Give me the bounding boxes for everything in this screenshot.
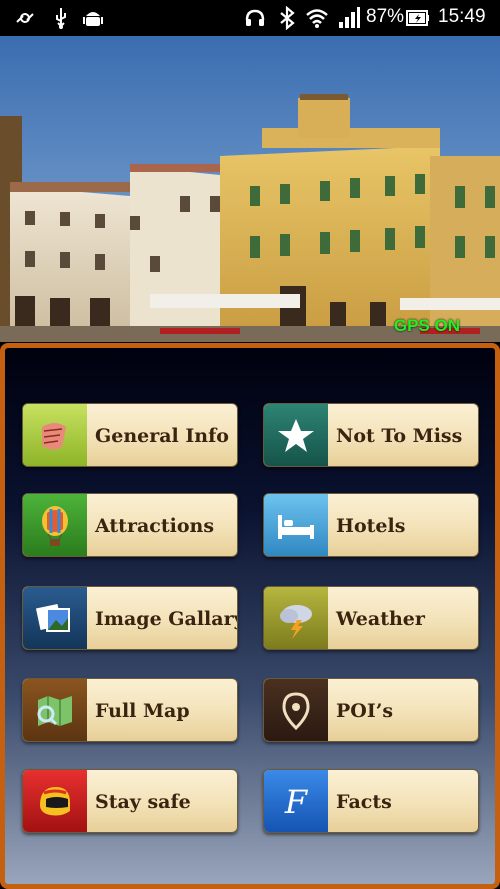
svg-text:F: F bbox=[284, 783, 309, 821]
photos-icon bbox=[23, 587, 87, 649]
menu-panel: General Info Not To Miss Attractions Hot… bbox=[0, 343, 500, 889]
pois-label: POI’s bbox=[336, 700, 394, 722]
bed-icon bbox=[264, 494, 328, 556]
map-icon bbox=[23, 679, 87, 741]
general-info-label: General Info bbox=[95, 425, 229, 447]
battery-percent: 87% bbox=[366, 6, 405, 27]
hero-image bbox=[0, 36, 500, 342]
signal-icon bbox=[336, 6, 362, 30]
usb-icon bbox=[48, 6, 74, 30]
status-bar: 87% 15:49 bbox=[0, 0, 500, 36]
balloon-icon bbox=[23, 494, 87, 556]
facts-button[interactable]: F Facts bbox=[263, 769, 479, 833]
headset-icon bbox=[242, 6, 268, 30]
attractions-button[interactable]: Attractions bbox=[22, 493, 238, 557]
general-info-button[interactable]: General Info bbox=[22, 403, 238, 467]
attractions-label: Attractions bbox=[95, 515, 215, 537]
scroll-icon bbox=[23, 404, 87, 466]
location-pin-icon bbox=[264, 679, 328, 741]
location-icon bbox=[12, 6, 38, 30]
image-gallary-label: Image Gallary bbox=[95, 608, 238, 630]
android-icon bbox=[80, 6, 106, 30]
facts-label: Facts bbox=[336, 791, 392, 813]
not-to-miss-label: Not To Miss bbox=[336, 425, 463, 447]
hotels-button[interactable]: Hotels bbox=[263, 493, 479, 557]
pois-button[interactable]: POI’s bbox=[263, 678, 479, 742]
hotels-label: Hotels bbox=[336, 515, 406, 537]
full-map-button[interactable]: Full Map bbox=[22, 678, 238, 742]
star-icon bbox=[264, 404, 328, 466]
battery-icon bbox=[406, 6, 430, 30]
full-map-label: Full Map bbox=[95, 700, 190, 722]
not-to-miss-button[interactable]: Not To Miss bbox=[263, 403, 479, 467]
stay-safe-label: Stay safe bbox=[95, 791, 191, 813]
bluetooth-icon bbox=[274, 5, 300, 31]
wifi-icon bbox=[304, 6, 330, 30]
clock: 15:49 bbox=[438, 6, 486, 27]
letter-f-icon: F bbox=[264, 770, 328, 832]
image-gallary-button[interactable]: Image Gallary bbox=[22, 586, 238, 650]
helmet-icon bbox=[23, 770, 87, 832]
weather-label: Weather bbox=[336, 608, 425, 630]
stay-safe-button[interactable]: Stay safe bbox=[22, 769, 238, 833]
gps-status: GPS ON bbox=[393, 316, 460, 335]
weather-button[interactable]: Weather bbox=[263, 586, 479, 650]
storm-cloud-icon bbox=[264, 587, 328, 649]
